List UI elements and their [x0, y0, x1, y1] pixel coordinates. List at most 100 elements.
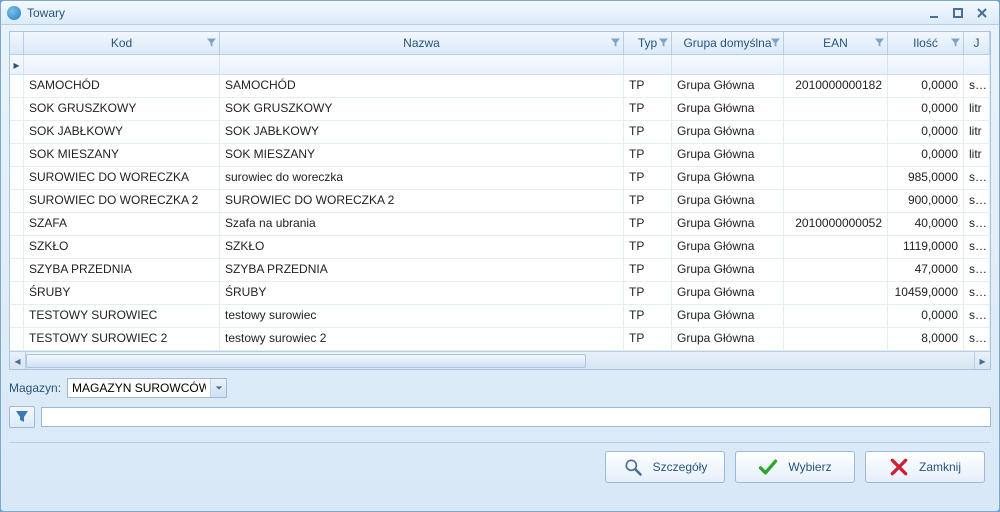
- cell-nazwa: SOK GRUSZKOWY: [220, 98, 624, 120]
- cell-kod: SOK MIESZANY: [24, 144, 220, 166]
- row-indicator: [10, 167, 24, 189]
- cell-jm: szt: [964, 282, 990, 304]
- grid-header-nazwa-label: Nazwa: [403, 36, 440, 50]
- cell-nazwa: surowiec do woreczka: [220, 167, 624, 189]
- cell-ilosc: 1119,0000: [888, 236, 964, 258]
- window-title: Towary: [27, 6, 65, 20]
- table-row[interactable]: SOK MIESZANYSOK MIESZANYTPGrupa Główna0,…: [10, 144, 990, 167]
- select-button[interactable]: Wybierz: [735, 451, 855, 483]
- cell-ilosc: 0,0000: [888, 75, 964, 97]
- grid-header-nazwa[interactable]: Nazwa: [220, 32, 624, 54]
- cell-kod: ŚRUBY: [24, 282, 220, 304]
- details-button[interactable]: Szczegóły: [605, 451, 725, 483]
- grid-header-ean[interactable]: EAN: [784, 32, 888, 54]
- grid-filter-row[interactable]: ▸: [10, 55, 990, 75]
- cell-grupa: Grupa Główna: [672, 144, 784, 166]
- funnel-icon: [15, 410, 29, 424]
- grid-header-kod-label: Kod: [111, 36, 132, 50]
- table-row[interactable]: SAMOCHÓDSAMOCHÓDTPGrupa Główna2010000000…: [10, 75, 990, 98]
- cell-jm: szt: [964, 213, 990, 235]
- filter-input[interactable]: [41, 407, 991, 427]
- close-button[interactable]: [971, 5, 993, 21]
- titlebar[interactable]: Towary: [1, 1, 999, 25]
- cell-typ: TP: [624, 213, 672, 235]
- cell-grupa: Grupa Główna: [672, 236, 784, 258]
- filter-icon[interactable]: [611, 39, 620, 48]
- cell-ean: [784, 282, 888, 304]
- grid-body: SAMOCHÓDSAMOCHÓDTPGrupa Główna2010000000…: [10, 75, 990, 351]
- cell-ilosc: 47,0000: [888, 259, 964, 281]
- filter-icon[interactable]: [951, 39, 960, 48]
- cell-jm: szt: [964, 259, 990, 281]
- maximize-button[interactable]: [947, 5, 969, 21]
- filter-icon[interactable]: [659, 39, 668, 48]
- grid-header-indicator[interactable]: [10, 32, 24, 54]
- cell-typ: TP: [624, 305, 672, 327]
- table-row[interactable]: SUROWIEC DO WORECZKA 2SUROWIEC DO WORECZ…: [10, 190, 990, 213]
- cell-grupa: Grupa Główna: [672, 328, 784, 350]
- close-dialog-button[interactable]: Zamknij: [865, 451, 985, 483]
- button-bar: Szczegóły Wybierz Zamknij: [9, 442, 991, 483]
- cell-kod: SZYBA PRZEDNIA: [24, 259, 220, 281]
- cell-ean: [784, 167, 888, 189]
- minimize-button[interactable]: [923, 5, 945, 21]
- chevron-down-icon[interactable]: [210, 379, 226, 397]
- cell-jm: szt: [964, 75, 990, 97]
- cell-jm: szt: [964, 305, 990, 327]
- scroll-thumb[interactable]: [26, 354, 586, 368]
- cell-ilosc: 985,0000: [888, 167, 964, 189]
- cell-kod: TESTOWY SUROWIEC: [24, 305, 220, 327]
- grid-header-jm[interactable]: J: [964, 32, 990, 54]
- grid-header-kod[interactable]: Kod: [24, 32, 220, 54]
- magazyn-combo[interactable]: [67, 378, 227, 398]
- cell-ean: [784, 144, 888, 166]
- cell-jm: szt: [964, 328, 990, 350]
- cell-nazwa: SZKŁO: [220, 236, 624, 258]
- table-row[interactable]: ŚRUBYŚRUBYTPGrupa Główna10459,0000szt: [10, 282, 990, 305]
- data-grid: Kod Nazwa Typ Grupa domyślna EAN Ilość J…: [9, 31, 991, 370]
- cell-grupa: Grupa Główna: [672, 167, 784, 189]
- row-indicator: [10, 213, 24, 235]
- cell-typ: TP: [624, 236, 672, 258]
- grid-header-ilosc[interactable]: Ilość: [888, 32, 964, 54]
- cell-grupa: Grupa Główna: [672, 259, 784, 281]
- cell-grupa: Grupa Główna: [672, 305, 784, 327]
- filter-icon[interactable]: [207, 39, 216, 48]
- cell-typ: TP: [624, 167, 672, 189]
- cell-grupa: Grupa Główna: [672, 75, 784, 97]
- cell-kod: SAMOCHÓD: [24, 75, 220, 97]
- row-indicator: [10, 259, 24, 281]
- row-indicator: [10, 305, 24, 327]
- table-row[interactable]: SOK GRUSZKOWYSOK GRUSZKOWYTPGrupa Główna…: [10, 98, 990, 121]
- cell-ilosc: 0,0000: [888, 305, 964, 327]
- cell-nazwa: SOK JABŁKOWY: [220, 121, 624, 143]
- scroll-left-arrow-icon[interactable]: ◂: [10, 352, 26, 369]
- filter-button[interactable]: [9, 406, 35, 428]
- cell-ilosc: 40,0000: [888, 213, 964, 235]
- table-row[interactable]: SZYBA PRZEDNIASZYBA PRZEDNIATPGrupa Głów…: [10, 259, 990, 282]
- cell-nazwa: SOK MIESZANY: [220, 144, 624, 166]
- cell-nazwa: SZYBA PRZEDNIA: [220, 259, 624, 281]
- horizontal-scrollbar[interactable]: ◂ ▸: [10, 351, 990, 369]
- magnifier-icon: [623, 457, 643, 477]
- magazyn-row: Magazyn:: [9, 378, 991, 398]
- table-row[interactable]: SUROWIEC DO WORECZKAsurowiec do woreczka…: [10, 167, 990, 190]
- row-indicator: [10, 236, 24, 258]
- cell-ilosc: 900,0000: [888, 190, 964, 212]
- table-row[interactable]: SZAFASzafa na ubraniaTPGrupa Główna20100…: [10, 213, 990, 236]
- cell-ean: [784, 190, 888, 212]
- row-indicator: [10, 98, 24, 120]
- table-row[interactable]: TESTOWY SUROWIECtestowy surowiecTPGrupa …: [10, 305, 990, 328]
- cell-ilosc: 0,0000: [888, 144, 964, 166]
- cell-ean: [784, 305, 888, 327]
- magazyn-input[interactable]: [68, 379, 210, 397]
- table-row[interactable]: TESTOWY SUROWIEC 2testowy surowiec 2TPGr…: [10, 328, 990, 351]
- filter-icon[interactable]: [771, 39, 780, 48]
- grid-header-grupa[interactable]: Grupa domyślna: [672, 32, 784, 54]
- table-row[interactable]: SOK JABŁKOWYSOK JABŁKOWYTPGrupa Główna0,…: [10, 121, 990, 144]
- grid-header-typ[interactable]: Typ: [624, 32, 672, 54]
- cell-nazwa: testowy surowiec: [220, 305, 624, 327]
- table-row[interactable]: SZKŁOSZKŁOTPGrupa Główna1119,0000szt: [10, 236, 990, 259]
- filter-icon[interactable]: [875, 39, 884, 48]
- scroll-right-arrow-icon[interactable]: ▸: [974, 352, 990, 369]
